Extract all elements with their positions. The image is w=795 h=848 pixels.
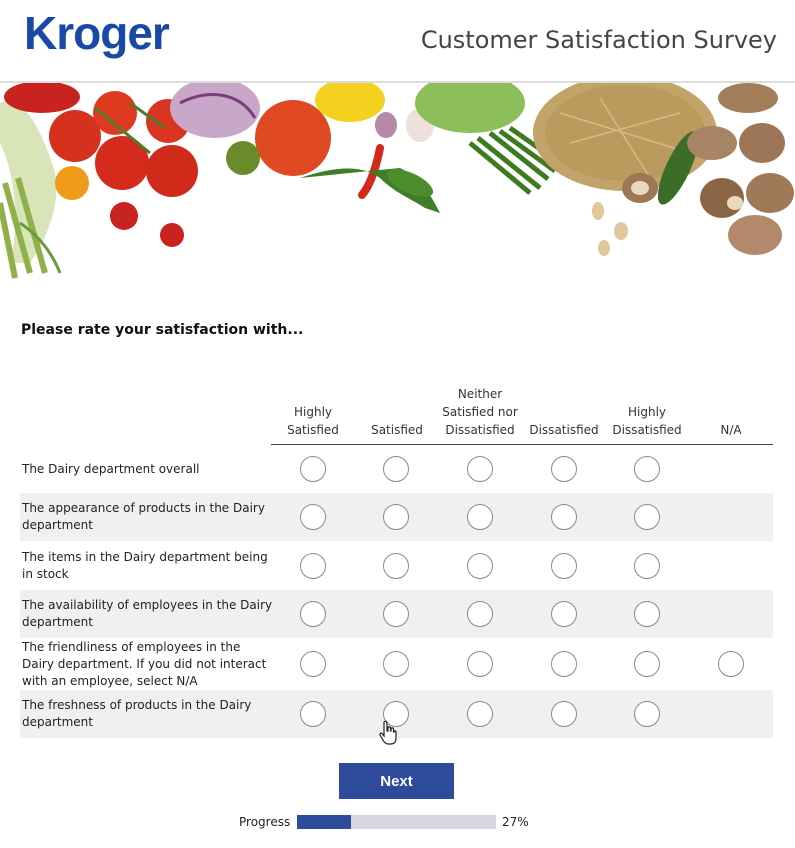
column-header-neither: Neither Satisfied nor Dissatisfied <box>442 387 518 437</box>
table-row: The items in the Dairy department being … <box>20 541 773 590</box>
table-row: The friendliness of employees in the Dai… <box>20 638 773 690</box>
progress-label: Progress <box>239 815 291 829</box>
radio-neither[interactable] <box>467 601 493 627</box>
produce-banner-image <box>0 81 795 280</box>
radio-satisfied[interactable] <box>383 601 409 627</box>
header: Kroger Customer Satisfaction Survey <box>0 0 795 81</box>
radio-highly-dissatisfied[interactable] <box>634 601 660 627</box>
column-header-na: N/A <box>720 423 742 437</box>
radio-dissatisfied[interactable] <box>551 651 577 677</box>
radio-highly-dissatisfied[interactable] <box>634 553 660 579</box>
radio-na[interactable] <box>718 651 744 677</box>
radio-highly-dissatisfied[interactable] <box>634 651 660 677</box>
progress-bar-fill <box>297 815 351 829</box>
kroger-logo: Kroger <box>24 7 170 59</box>
produce-illustration <box>0 83 794 279</box>
radio-dissatisfied[interactable] <box>551 456 577 482</box>
next-button[interactable]: Next <box>339 763 454 799</box>
radio-highly-satisfied[interactable] <box>300 701 326 727</box>
row-label: The freshness of products in the Dairy d… <box>22 698 252 729</box>
radio-dissatisfied[interactable] <box>551 504 577 530</box>
column-header-dissatisfied: Dissatisfied <box>529 423 599 437</box>
table-row: The Dairy department overall <box>20 445 773 493</box>
column-header-satisfied: Satisfied <box>371 423 423 437</box>
question-prompt: Please rate your satisfaction with... <box>21 322 304 338</box>
row-label: The friendliness of employees in the Dai… <box>22 639 267 688</box>
radio-highly-satisfied[interactable] <box>300 553 326 579</box>
radio-satisfied[interactable] <box>383 553 409 579</box>
column-header-highly-dissatisfied: Highly Dissatisfied <box>612 405 682 437</box>
table-row: The appearance of products in the Dairy … <box>20 493 773 541</box>
radio-satisfied[interactable] <box>383 651 409 677</box>
radio-dissatisfied[interactable] <box>551 601 577 627</box>
radio-highly-satisfied[interactable] <box>300 456 326 482</box>
progress-bar <box>297 815 496 829</box>
radio-highly-dissatisfied[interactable] <box>634 701 660 727</box>
page-title: Customer Satisfaction Survey <box>420 26 777 54</box>
row-label: The availability of employees in the Dai… <box>22 598 273 629</box>
radio-neither[interactable] <box>467 553 493 579</box>
hand-cursor-icon <box>379 720 397 745</box>
column-header-highly-satisfied: Highly Satisfied <box>287 405 339 437</box>
radio-highly-satisfied[interactable] <box>300 651 326 677</box>
radio-neither[interactable] <box>467 504 493 530</box>
radio-satisfied[interactable] <box>383 504 409 530</box>
radio-satisfied[interactable] <box>383 456 409 482</box>
radio-neither[interactable] <box>467 651 493 677</box>
radio-highly-satisfied[interactable] <box>300 504 326 530</box>
radio-highly-satisfied[interactable] <box>300 601 326 627</box>
radio-highly-dissatisfied[interactable] <box>634 456 660 482</box>
radio-neither[interactable] <box>467 456 493 482</box>
row-label: The appearance of products in the Dairy … <box>22 501 265 532</box>
table-row: The availability of employees in the Dai… <box>20 590 773 638</box>
progress-percent: 27% <box>502 815 529 829</box>
radio-highly-dissatisfied[interactable] <box>634 504 660 530</box>
radio-dissatisfied[interactable] <box>551 701 577 727</box>
radio-dissatisfied[interactable] <box>551 553 577 579</box>
row-label: The Dairy department overall <box>22 461 200 476</box>
radio-neither[interactable] <box>467 701 493 727</box>
row-label: The items in the Dairy department being … <box>22 549 268 581</box>
